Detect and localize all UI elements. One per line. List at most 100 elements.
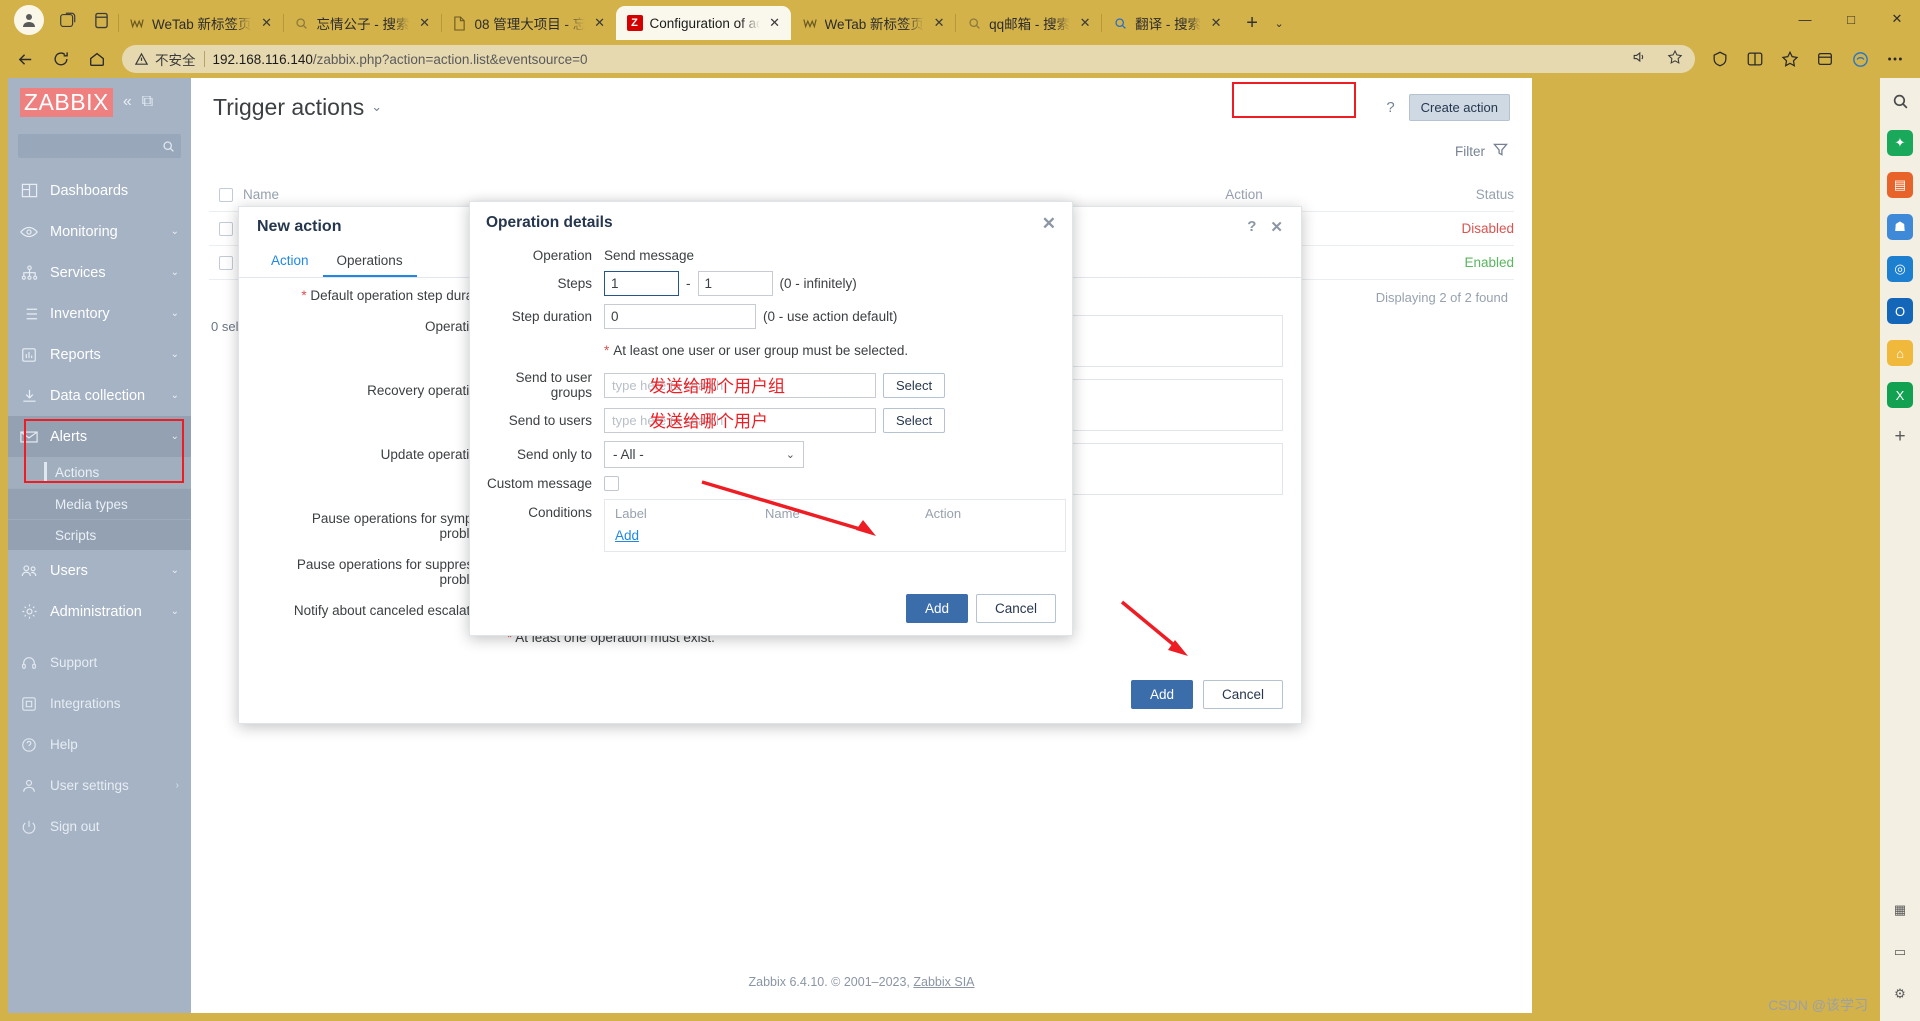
- briefcase-icon[interactable]: ▤: [1887, 172, 1913, 198]
- tab-close-icon[interactable]: ✕: [767, 15, 783, 31]
- sidebar-item-dashboards[interactable]: Dashboards: [8, 170, 191, 211]
- close-window-button[interactable]: ✕: [1874, 0, 1920, 38]
- collapse-icon[interactable]: «: [123, 93, 132, 111]
- bookmark-star-icon[interactable]: [1667, 49, 1683, 70]
- tab-close-icon[interactable]: ✕: [417, 15, 433, 31]
- new-tab-button[interactable]: +: [1238, 9, 1266, 37]
- browser-tab[interactable]: 忘情公子 - 搜索 ✕: [282, 6, 441, 40]
- sidebar-item-sign-out[interactable]: Sign out: [8, 806, 191, 847]
- page-title[interactable]: Trigger actions ⌄: [213, 94, 382, 121]
- add-button[interactable]: Add: [1130, 680, 1193, 709]
- tab-action[interactable]: Action: [257, 247, 323, 277]
- sidebar-item-help[interactable]: Help: [8, 724, 191, 765]
- browser-tab[interactable]: 翻译 - 搜索 ✕: [1101, 6, 1232, 40]
- funnel-icon[interactable]: [1493, 142, 1508, 160]
- sidebar-search-input[interactable]: [18, 134, 181, 158]
- more-settings-icon[interactable]: [1878, 44, 1912, 74]
- select-all-checkbox[interactable]: [209, 187, 243, 202]
- column-name[interactable]: Name: [243, 187, 1114, 202]
- tab-operations[interactable]: Operations: [322, 247, 417, 277]
- plus-icon[interactable]: +: [1887, 424, 1913, 450]
- copilot-icon[interactable]: [1843, 44, 1877, 74]
- back-arrow-icon[interactable]: [8, 44, 42, 74]
- close-icon[interactable]: ✕: [1270, 218, 1283, 236]
- maximize-button[interactable]: □: [1828, 0, 1874, 38]
- close-icon[interactable]: ✕: [1042, 215, 1056, 232]
- leaf-icon[interactable]: ✦: [1887, 130, 1913, 156]
- globe-icon[interactable]: ◎: [1887, 256, 1913, 282]
- sidebar-item-reports[interactable]: Reports ⌄: [8, 334, 191, 375]
- split-screen-icon[interactable]: [1738, 44, 1772, 74]
- sidebar-item-media-types[interactable]: Media types: [8, 488, 191, 519]
- sidebar-item-actions[interactable]: Actions: [8, 457, 191, 488]
- sidebar-item-user-settings[interactable]: User settings ›: [8, 765, 191, 806]
- sidebar-item-alerts[interactable]: Alerts ⌄: [8, 416, 191, 457]
- filter-label[interactable]: Filter: [1455, 144, 1485, 159]
- custom-message-checkbox[interactable]: [604, 476, 619, 491]
- sidebar-item-data-collection[interactable]: Data collection ⌄: [8, 375, 191, 416]
- browser-tab-active[interactable]: Z Configuration of ac ✕: [615, 6, 791, 40]
- status-badge[interactable]: Enabled: [1374, 255, 1514, 270]
- chevron-down-icon[interactable]: ⌄: [371, 99, 382, 115]
- tab-title: Configuration of ac: [649, 15, 760, 31]
- tab-close-icon[interactable]: ✕: [259, 15, 275, 31]
- search-icon[interactable]: [1887, 88, 1913, 114]
- steps-to-input[interactable]: [697, 271, 773, 296]
- status-badge[interactable]: Disabled: [1374, 221, 1514, 236]
- cancel-button[interactable]: Cancel: [975, 594, 1056, 623]
- browser-tab[interactable]: WeTab 新标签页 ✕: [118, 6, 283, 40]
- person-icon[interactable]: ☗: [1887, 214, 1913, 240]
- tab-close-icon[interactable]: ✕: [1077, 15, 1093, 31]
- send-only-to-select[interactable]: - All - ⌄: [604, 441, 804, 468]
- select-user-groups-button[interactable]: Select: [883, 372, 946, 398]
- sidebar-item-administration[interactable]: Administration ⌄: [8, 591, 191, 632]
- steps-from-input[interactable]: [604, 271, 679, 296]
- address-bar[interactable]: 不安全 192.168.116.140/zabbix.php?action=ac…: [122, 45, 1695, 73]
- home-icon[interactable]: [80, 44, 114, 74]
- minimize-button[interactable]: —: [1782, 0, 1828, 38]
- send-to-users-input[interactable]: type here to search 发送给哪个用户: [604, 408, 876, 433]
- outlook-icon[interactable]: O: [1887, 298, 1913, 324]
- collections-icon[interactable]: [1808, 44, 1842, 74]
- settings-icon[interactable]: ⚙: [1887, 981, 1913, 1007]
- send-to-user-groups-input[interactable]: type here to search 发送给哪个用户组: [604, 372, 876, 398]
- profile-avatar[interactable]: [14, 5, 44, 35]
- tab-close-icon[interactable]: ✕: [592, 15, 608, 31]
- x-icon[interactable]: X: [1887, 382, 1913, 408]
- footer-link[interactable]: Zabbix SIA: [913, 975, 974, 989]
- tab-close-icon[interactable]: ✕: [931, 15, 947, 31]
- browser-tab[interactable]: WeTab 新标签页 ✕: [791, 6, 956, 40]
- sidebar-item-inventory[interactable]: Inventory ⌄: [8, 293, 191, 334]
- step-duration-input[interactable]: [604, 304, 756, 329]
- create-action-button[interactable]: Create action: [1408, 93, 1510, 121]
- sidebar-item-users[interactable]: Users ⌄: [8, 550, 191, 591]
- apps-icon[interactable]: ▦: [1887, 897, 1913, 923]
- refresh-icon[interactable]: [44, 44, 78, 74]
- security-indicator[interactable]: 不安全: [134, 49, 196, 69]
- add-button[interactable]: Add: [905, 594, 968, 623]
- sidebar-item-scripts[interactable]: Scripts: [8, 519, 191, 550]
- sidebar-item-integrations[interactable]: Integrations: [8, 683, 191, 724]
- browser-tab[interactable]: qq邮箱 - 搜索 ✕: [955, 6, 1101, 40]
- browser-tab[interactable]: 08 管理大项目 - 忘情 ✕: [440, 6, 616, 40]
- pin-icon[interactable]: ⧉: [142, 93, 153, 111]
- sidebar-item-services[interactable]: Services ⌄: [8, 252, 191, 293]
- read-aloud-icon[interactable]: [1631, 49, 1647, 70]
- tab-actions-icon[interactable]: [84, 3, 118, 37]
- tab-close-icon[interactable]: ✕: [1208, 15, 1224, 31]
- window-icon[interactable]: ▭: [1887, 939, 1913, 965]
- workspaces-icon[interactable]: [50, 3, 84, 37]
- sidebar-item-monitoring[interactable]: Monitoring ⌄: [8, 211, 191, 252]
- column-action[interactable]: Action: [1114, 187, 1374, 202]
- tab-list-dropdown-icon[interactable]: ⌄: [1268, 9, 1290, 37]
- cancel-button[interactable]: Cancel: [1202, 680, 1283, 709]
- browser-essentials-icon[interactable]: [1703, 44, 1737, 74]
- sidebar-item-support[interactable]: Support: [8, 642, 191, 683]
- favorites-icon[interactable]: [1773, 44, 1807, 74]
- column-status[interactable]: Status: [1374, 187, 1514, 202]
- select-users-button[interactable]: Select: [883, 408, 946, 433]
- help-question-icon[interactable]: ?: [1386, 99, 1394, 116]
- help-question-icon[interactable]: ?: [1247, 218, 1256, 236]
- conditions-add-link[interactable]: Add: [615, 528, 639, 543]
- shopping-icon[interactable]: ⌂: [1887, 340, 1913, 366]
